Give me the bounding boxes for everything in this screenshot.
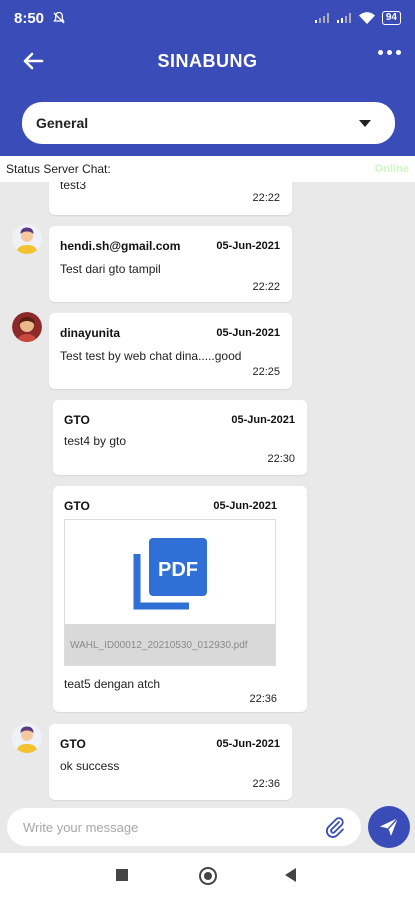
avatar-icon [12,312,42,342]
nav-home-icon[interactable] [199,867,217,885]
attachment-filename: WAHL_ID00012_20210530_012930.pdf [65,624,275,665]
channel-select[interactable]: General [22,102,395,144]
signal-icon [314,13,329,23]
avatar-icon [12,224,42,254]
avatar-icon [12,723,42,753]
message-time: 22:30 [267,453,295,465]
mute-bell-icon [53,11,65,24]
message-bubble: hendi.sh@gmail.com 05-Jun-2021 Test dari… [49,226,292,302]
message-text: Test test by web chat dina.....good [60,349,242,363]
message-text: ok success [60,759,120,773]
message-time: 22:22 [252,281,280,293]
message-bubble: test3 22:22 [49,182,292,215]
server-status-label: Status Server Chat: [6,162,111,176]
message-time: 22:25 [252,366,280,378]
message-text: test4 by gto [64,434,127,448]
avatar[interactable] [12,312,42,342]
message-date: 05-Jun-2021 [231,414,295,426]
message-sender: GTO [60,737,86,751]
system-status-bar: 8:50 94 [0,0,415,36]
back-button[interactable] [22,48,52,74]
back-arrow-icon [23,52,44,70]
chevron-down-icon [359,119,371,127]
clock: 8:50 [14,9,45,27]
message-input[interactable] [7,808,361,846]
paperclip-icon[interactable] [324,816,346,838]
channel-select-area: General [0,86,415,156]
message-date: 05-Jun-2021 [216,327,280,339]
signal-icon-2 [336,13,351,23]
battery-icon: 94 [381,11,401,25]
pdf-icon: PDF [133,538,207,610]
message-date: 05-Jun-2021 [216,738,280,750]
system-nav-bar [0,853,415,900]
message-date: 05-Jun-2021 [213,500,277,512]
more-icon[interactable] [378,50,401,55]
page-title: SINABUNG [157,50,258,71]
message-sender: hendi.sh@gmail.com [60,239,181,253]
message-bubble: dinayunita 05-Jun-2021 Test test by web … [49,313,292,389]
server-status-row: Status Server Chat: Online [0,156,415,182]
message-bubble: GTO 05-Jun-2021 PDF WAHL_ID00012_2021053… [53,486,307,712]
message-date: 05-Jun-2021 [216,240,280,252]
pdf-icon-label: PDF [158,559,198,581]
pdf-attachment[interactable]: PDF WAHL_ID00012_20210530_012930.pdf [64,519,276,666]
message-sender: dinayunita [60,326,121,340]
nav-back-icon[interactable] [285,868,296,882]
message-text: test3 [60,182,87,192]
channel-select-value: General [36,115,89,131]
send-button[interactable] [368,806,410,848]
message-composer [0,803,415,853]
message-sender: GTO [64,499,90,513]
message-time: 22:36 [252,778,280,790]
message-bubble: GTO 05-Jun-2021 ok success 22:36 [49,724,292,800]
message-text: teat5 dengan atch [64,677,161,691]
message-text: Test dari gto tampil [60,262,161,276]
message-sender: GTO [64,413,90,427]
send-icon [380,817,399,836]
message-time: 22:22 [252,192,280,204]
avatar[interactable] [12,723,42,753]
message-bubble: GTO 05-Jun-2021 test4 by gto 22:30 [53,400,307,475]
chat-list[interactable]: test3 22:22 hendi.sh@gmail.com 05-Jun-20… [0,182,415,803]
server-status-value: Online [374,163,409,175]
avatar[interactable] [12,224,42,254]
wifi-icon [358,12,375,24]
nav-recents-icon[interactable] [116,869,128,881]
app-bar: SINABUNG [0,36,415,86]
message-time: 22:36 [249,693,277,705]
